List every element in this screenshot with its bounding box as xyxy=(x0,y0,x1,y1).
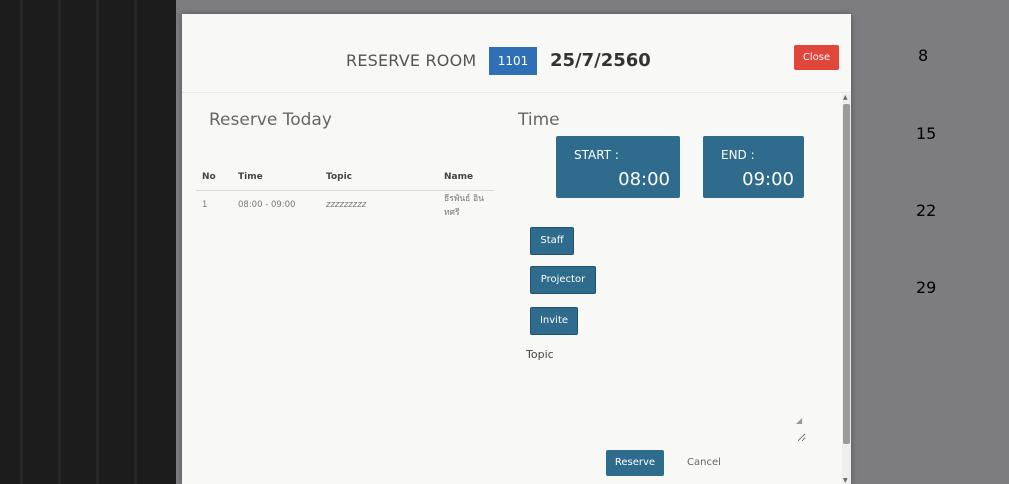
panel-stripe xyxy=(96,0,99,484)
cell-no: 1 xyxy=(202,200,208,210)
column-header-no: No xyxy=(196,164,232,191)
cell-topic: zzzzzzzzz xyxy=(326,200,367,210)
panel-stripe xyxy=(58,0,61,484)
calendar-day-number: 8 xyxy=(918,46,929,65)
projector-button[interactable]: Projector xyxy=(530,266,596,294)
topic-label: Topic xyxy=(526,348,554,361)
end-time-value: 09:00 xyxy=(742,169,794,190)
reserve-button[interactable]: Reserve xyxy=(606,450,664,476)
time-section-title: Time xyxy=(518,110,560,130)
cell-name: ธีรพันธ์ อินทศรี xyxy=(444,194,484,218)
scroll-up-arrow-icon[interactable]: ▲ xyxy=(843,94,848,101)
invite-button[interactable]: Invite xyxy=(530,307,578,335)
resize-handle-icon[interactable]: ◢ xyxy=(796,416,802,425)
modal-title: RESERVE ROOM xyxy=(346,51,477,70)
panel-stripe xyxy=(20,0,23,484)
left-dark-panel xyxy=(0,0,176,484)
calendar-day-number: 15 xyxy=(916,124,937,143)
reserve-today-title: Reserve Today xyxy=(209,110,332,130)
calendar-day-number: 22 xyxy=(916,201,937,220)
start-time-label: START : xyxy=(574,148,619,162)
calendar-day-number: 29 xyxy=(916,278,937,297)
start-time-value: 08:00 xyxy=(618,169,670,190)
start-time-box[interactable]: START : 08:00 xyxy=(556,136,680,198)
staff-button[interactable]: Staff xyxy=(530,227,574,255)
close-button[interactable]: Close xyxy=(794,45,839,70)
scrollbar-thumb[interactable] xyxy=(843,104,850,444)
table-row: 1 08:00 - 09:00 zzzzzzzzz ธีรพันธ์ อินทศ… xyxy=(196,191,494,220)
cell-time: 08:00 - 09:00 xyxy=(238,200,296,210)
topic-textarea[interactable] xyxy=(530,366,806,442)
reserve-today-table: No Time Topic Name 1 08:00 - 09:00 zzzzz… xyxy=(196,164,494,219)
cancel-link[interactable]: Cancel xyxy=(687,457,721,468)
column-header-topic: Topic xyxy=(320,164,438,191)
scroll-down-arrow-icon[interactable]: ▼ xyxy=(843,477,848,484)
room-number-badge: 1101 xyxy=(489,47,537,75)
end-time-label: END : xyxy=(721,148,755,162)
end-time-box[interactable]: END : 09:00 xyxy=(703,136,804,198)
table-header-row: No Time Topic Name xyxy=(196,164,494,191)
reserve-room-modal: RESERVE ROOM 1101 25/7/2560 Close Reserv… xyxy=(182,14,851,484)
panel-stripe xyxy=(134,0,137,484)
header-divider xyxy=(182,92,851,93)
column-header-time: Time xyxy=(232,164,320,191)
modal-scrollbar[interactable]: ▲ ▼ xyxy=(842,94,851,484)
column-header-name: Name xyxy=(438,164,494,191)
reservation-date: 25/7/2560 xyxy=(550,50,651,71)
